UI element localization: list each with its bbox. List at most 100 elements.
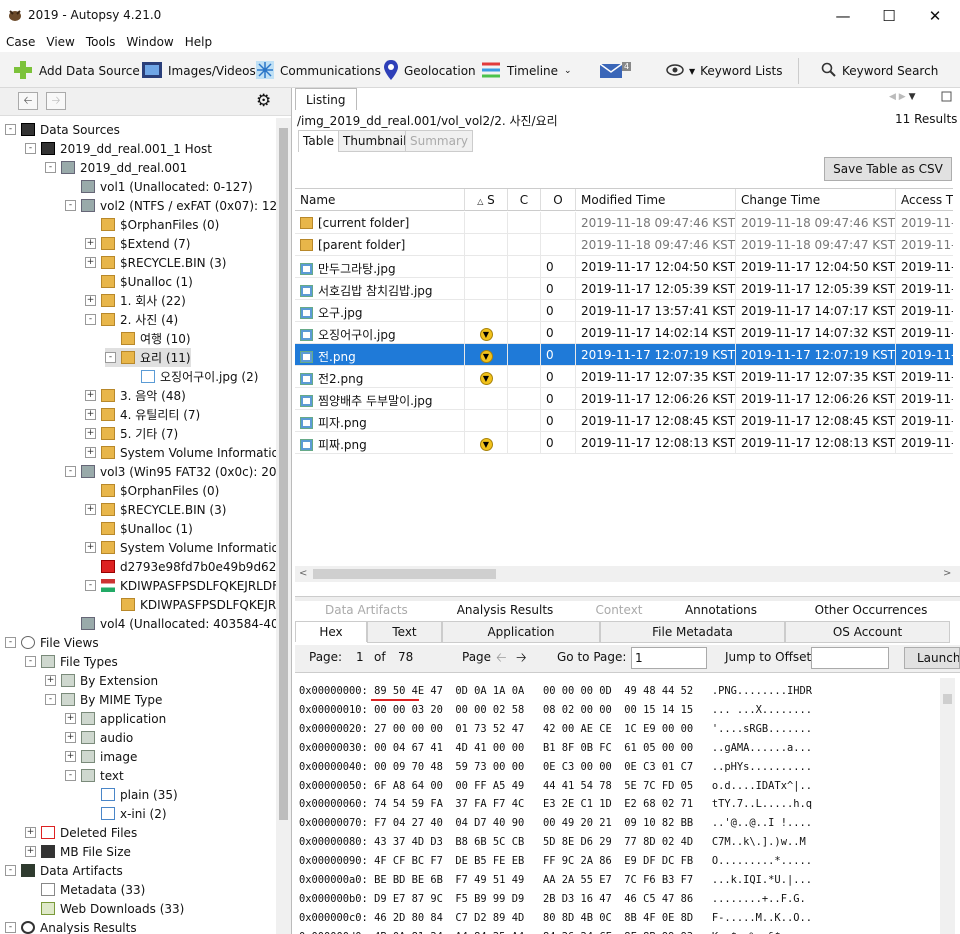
column-header-comment[interactable]: C [508, 189, 541, 211]
tree-node[interactable]: - vol3 (Win95 FAT32 (0x0c): 204 [65, 462, 276, 481]
tree-node[interactable]: $OrphanFiles (0) [85, 481, 219, 500]
table-row[interactable]: 만두그라탕.jpg 0 2019-11-17 12:04:50 KST 2019-11… [295, 256, 953, 278]
collapse-toggle-icon[interactable]: - [45, 694, 56, 705]
collapse-toggle-icon[interactable]: - [5, 865, 16, 876]
column-header-occurrences[interactable]: O [541, 189, 576, 211]
tree-node[interactable]: + System Volume Information [85, 538, 276, 557]
tree-node[interactable]: - 2019_dd_real.001 [45, 158, 187, 177]
jump-offset-input[interactable] [811, 647, 889, 669]
add-data-source-button[interactable]: Add Data Source [12, 60, 140, 82]
expand-toggle-icon[interactable]: + [25, 846, 36, 857]
tree-node[interactable]: $Unalloc (1) [85, 272, 193, 291]
collapse-toggle-icon[interactable]: - [65, 200, 76, 211]
tab-analysis-results[interactable]: Analysis Results [455, 603, 555, 617]
table-row[interactable]: 오구.jpg 0 2019-11-17 13:57:41 KST 2019-11-17… [295, 300, 953, 322]
tab-data-artifacts[interactable]: Data Artifacts [325, 603, 408, 617]
collapse-toggle-icon[interactable]: - [25, 656, 36, 667]
table-row[interactable]: [current folder] 2019-11-18 09:47:46 KST 2… [295, 212, 953, 234]
communications-button[interactable]: Communications [255, 60, 381, 82]
expand-toggle-icon[interactable]: + [25, 827, 36, 838]
save-table-csv-button[interactable]: Save Table as CSV [824, 157, 952, 181]
menu-window[interactable]: Window [126, 32, 173, 52]
column-header-name[interactable]: Name [295, 189, 465, 211]
keyword-lists-button[interactable]: ▼ Keyword Lists [666, 60, 782, 82]
expand-toggle-icon[interactable]: + [85, 257, 96, 268]
collapse-toggle-icon[interactable]: - [65, 770, 76, 781]
collapse-toggle-icon[interactable]: - [85, 580, 96, 591]
column-header-modified-time[interactable]: Modified Time [576, 189, 736, 211]
restore-window-icon[interactable] [940, 90, 952, 102]
tree-node[interactable]: Web Downloads (33) [25, 899, 184, 918]
tree-node[interactable]: + MB File Size [25, 842, 131, 861]
tree-scrollbar-thumb[interactable] [279, 128, 288, 820]
tree-node[interactable]: x-ini (2) [85, 804, 167, 823]
collapse-toggle-icon[interactable]: - [5, 637, 16, 648]
tree-node[interactable]: + image [65, 747, 137, 766]
tree-node[interactable]: + $Extend (7) [85, 234, 190, 253]
tab-thumbnail[interactable]: Thumbnail [338, 130, 412, 152]
collapse-toggle-icon[interactable]: - [45, 162, 56, 173]
tree-node[interactable]: KDIWPASFPSDLFQKEJRL [105, 595, 276, 614]
tree-node[interactable]: + $RECYCLE.BIN (3) [85, 500, 226, 519]
tab-nav-arrows[interactable]: ◀ ▶ ▼ [889, 92, 916, 102]
tree-node[interactable]: + $RECYCLE.BIN (3) [85, 253, 226, 272]
tab-other-occurrences[interactable]: Other Occurrences [811, 603, 931, 617]
minimize-button[interactable]: — [820, 0, 866, 32]
expand-toggle-icon[interactable]: + [85, 295, 96, 306]
pane-divider[interactable] [295, 596, 960, 601]
hex-scrollbar-thumb[interactable] [943, 694, 952, 704]
table-row[interactable]: 피자.png 0 2019-11-17 12:08:45 KST 2019-11-17… [295, 410, 953, 432]
images-videos-button[interactable]: Images/Videos [141, 60, 256, 82]
tree-node[interactable]: d2793e98fd7b0e49b9d627 [85, 557, 276, 576]
column-header-access-time[interactable]: Access Ti [896, 189, 953, 211]
expand-toggle-icon[interactable]: + [65, 751, 76, 762]
expand-toggle-icon[interactable]: + [45, 675, 56, 686]
tab-context[interactable]: Context [591, 603, 647, 617]
tree-node[interactable]: + By Extension [45, 671, 158, 690]
tree-node[interactable]: - text [65, 766, 124, 785]
tree-node[interactable]: - File Views [5, 633, 99, 652]
table-row[interactable]: [parent folder] 2019-11-18 09:47:46 KST 20… [295, 234, 953, 256]
tree-node[interactable]: - 요리 (11) [105, 348, 191, 367]
next-page-icon[interactable]: 🡢 [516, 649, 527, 671]
table-row[interactable]: 전.png ▼ 0 2019-11-17 12:07:19 KST 2019-11-17… [295, 344, 953, 366]
tab-text[interactable]: Text [367, 621, 442, 643]
tree-node[interactable]: - vol2 (NTFS / exFAT (0x07): 128 [65, 196, 276, 215]
prev-page-icon[interactable]: 🡠 [496, 649, 507, 671]
forward-arrow-icon[interactable]: 🡢 [46, 92, 66, 110]
tab-hex[interactable]: Hex [295, 621, 367, 642]
tree-node[interactable]: +5. 기타 (7) [85, 424, 178, 443]
table-row[interactable]: 찜양배추 두부말이.jpg 0 2019-11-17 12:06:26 KST 201… [295, 388, 953, 410]
tab-annotations[interactable]: Annotations [681, 603, 761, 617]
tree-node[interactable]: - By MIME Type [45, 690, 162, 709]
menu-tools[interactable]: Tools [86, 32, 116, 52]
tab-file-metadata[interactable]: File Metadata [600, 621, 785, 643]
expand-toggle-icon[interactable]: + [65, 732, 76, 743]
expand-toggle-icon[interactable]: + [85, 447, 96, 458]
geolocation-button[interactable]: Geolocation [383, 59, 476, 82]
tree-node[interactable]: 오징어구이.jpg (2) [125, 367, 258, 386]
table-row[interactable]: 전2.png ▼ 0 2019-11-17 12:07:35 KST 2019-11-1… [295, 366, 953, 388]
column-header-score[interactable]: △ S [465, 189, 508, 211]
tab-summary[interactable]: Summary [405, 130, 473, 152]
tree-node[interactable]: $Unalloc (1) [85, 519, 193, 538]
collapse-toggle-icon[interactable]: - [5, 922, 16, 933]
menu-help[interactable]: Help [185, 32, 212, 52]
hex-scrollbar[interactable] [940, 678, 955, 934]
tab-os-account[interactable]: OS Account [785, 621, 950, 643]
scroll-left-icon[interactable]: < [299, 568, 307, 579]
table-row[interactable]: 서호김밥 참치김밥.jpg 0 2019-11-17 12:05:39 KST 201… [295, 278, 953, 300]
expand-toggle-icon[interactable]: + [85, 428, 96, 439]
launch-button[interactable]: Launch [904, 647, 960, 669]
tree-node[interactable]: + audio [65, 728, 133, 747]
tree-node[interactable]: - KDIWPASFPSDLFQKEJRLDFL [85, 576, 276, 595]
tree-node[interactable]: - 2019_dd_real.001_1 Host [25, 139, 212, 158]
goto-page-input[interactable]: 1 [631, 647, 707, 669]
collapse-toggle-icon[interactable]: - [85, 314, 96, 325]
mail-button[interactable]: 4 [599, 60, 632, 82]
table-row[interactable]: 피짜.png ▼ 0 2019-11-17 12:08:13 KST 2019-11-1… [295, 432, 953, 454]
tree-node[interactable]: Metadata (33) [25, 880, 145, 899]
collapse-toggle-icon[interactable]: - [25, 143, 36, 154]
menu-case[interactable]: Case [6, 32, 35, 52]
tree-node[interactable]: - File Types [25, 652, 118, 671]
